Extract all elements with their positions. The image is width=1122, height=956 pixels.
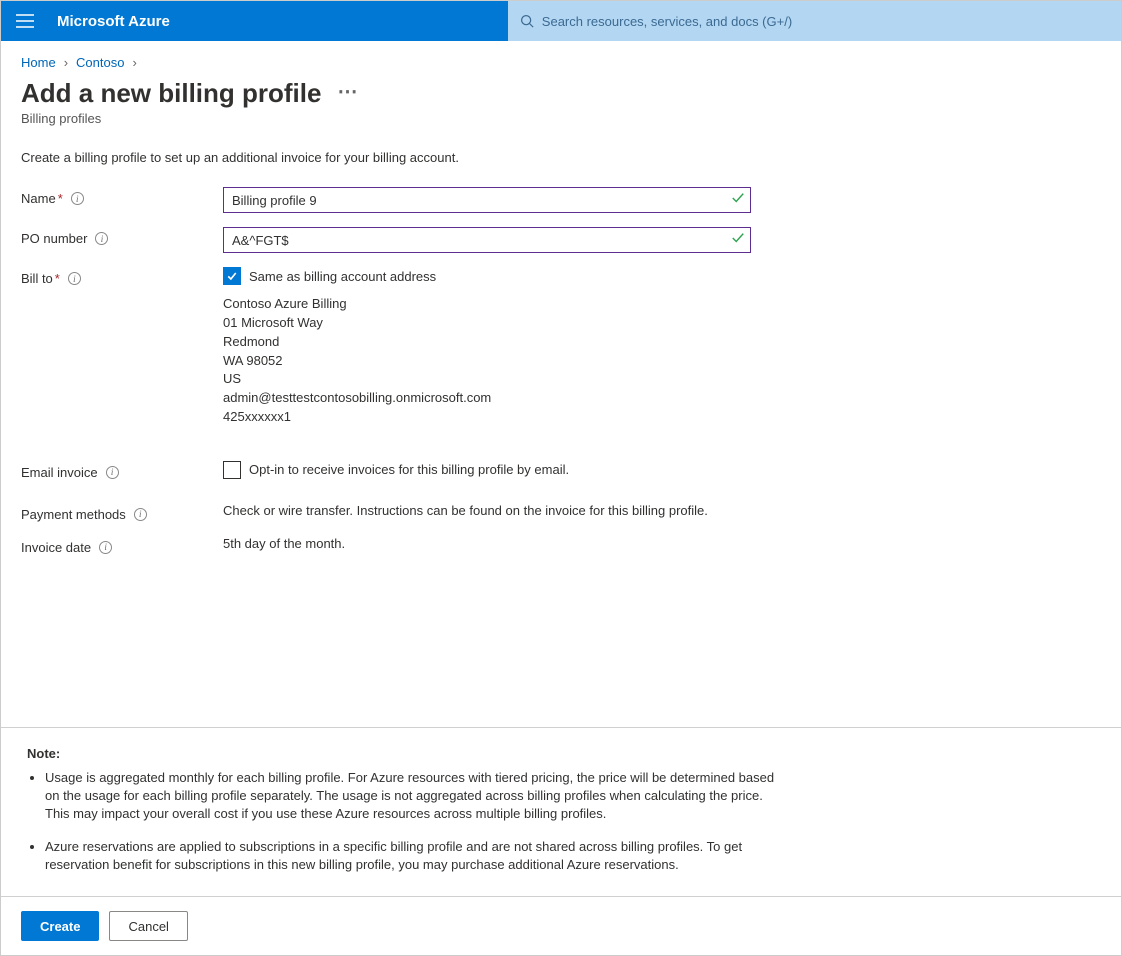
email-invoice-checkbox[interactable] (223, 461, 241, 479)
global-search[interactable] (508, 1, 1121, 41)
address-region-postal: WA 98052 (223, 352, 753, 371)
label-email-invoice: Email invoice (21, 465, 98, 480)
search-icon (520, 14, 534, 28)
check-icon (731, 191, 745, 208)
address-name: Contoso Azure Billing (223, 295, 753, 314)
check-icon (731, 231, 745, 248)
name-input[interactable] (223, 187, 751, 213)
label-name: Name (21, 191, 56, 206)
info-icon[interactable]: i (68, 272, 81, 285)
page-content: Home › Contoso › Add a new billing profi… (1, 41, 1121, 715)
address-country: US (223, 370, 753, 389)
info-icon[interactable]: i (71, 192, 84, 205)
page-intro: Create a billing profile to set up an ad… (21, 150, 1101, 165)
row-name: Name * i (21, 187, 1101, 213)
same-as-billing-address-checkbox[interactable] (223, 267, 241, 285)
brand-label[interactable]: Microsoft Azure (49, 13, 178, 30)
hamburger-icon (16, 14, 34, 28)
note-item: Azure reservations are applied to subscr… (45, 838, 781, 874)
label-invoice-date: Invoice date (21, 540, 91, 555)
row-bill-to: Bill to * i Same as billing account addr… (21, 267, 1101, 427)
info-icon[interactable]: i (99, 541, 112, 554)
po-number-input[interactable] (223, 227, 751, 253)
email-invoice-checkbox-label: Opt-in to receive invoices for this bill… (249, 462, 569, 477)
breadcrumb: Home › Contoso › (21, 55, 1101, 70)
footer: Create Cancel (1, 896, 1121, 955)
required-marker: * (58, 191, 63, 206)
note-section: Note: Usage is aggregated monthly for ea… (1, 727, 1121, 896)
note-item: Usage is aggregated monthly for each bil… (45, 769, 781, 824)
address-line1: 01 Microsoft Way (223, 314, 753, 333)
chevron-right-icon: › (64, 55, 68, 70)
create-button[interactable]: Create (21, 911, 99, 941)
page-title: Add a new billing profile ⋯ (21, 78, 1101, 109)
address-phone: 425xxxxxx1 (223, 408, 753, 427)
breadcrumb-contoso[interactable]: Contoso (76, 55, 124, 70)
address-city: Redmond (223, 333, 753, 352)
row-invoice-date: Invoice date i 5th day of the month. (21, 536, 1101, 555)
page-subtitle: Billing profiles (21, 111, 1101, 126)
invoice-date-value: 5th day of the month. (223, 536, 753, 551)
cancel-button[interactable]: Cancel (109, 911, 187, 941)
address-email: admin@testtestcontosobilling.onmicrosoft… (223, 389, 753, 408)
chevron-right-icon: › (132, 55, 136, 70)
info-icon[interactable]: i (95, 232, 108, 245)
required-marker: * (55, 271, 60, 286)
hamburger-menu-button[interactable] (1, 1, 49, 41)
payment-methods-value: Check or wire transfer. Instructions can… (223, 503, 753, 518)
search-input[interactable] (534, 6, 1109, 37)
breadcrumb-home[interactable]: Home (21, 55, 56, 70)
topbar: Microsoft Azure (1, 1, 1121, 41)
row-po-number: PO number i (21, 227, 1101, 253)
row-email-invoice: Email invoice i Opt-in to receive invoic… (21, 461, 1101, 489)
billing-address: Contoso Azure Billing 01 Microsoft Way R… (223, 295, 753, 427)
more-actions-button[interactable]: ⋯ (337, 82, 359, 102)
note-title: Note: (27, 746, 1101, 761)
page-title-text: Add a new billing profile (21, 78, 321, 109)
row-payment-methods: Payment methods i Check or wire transfer… (21, 503, 1101, 522)
info-icon[interactable]: i (106, 466, 119, 479)
info-icon[interactable]: i (134, 508, 147, 521)
label-po-number: PO number (21, 231, 87, 246)
same-as-billing-address-label: Same as billing account address (249, 269, 436, 284)
checkmark-icon (226, 270, 238, 282)
label-payment-methods: Payment methods (21, 507, 126, 522)
label-bill-to: Bill to (21, 271, 53, 286)
